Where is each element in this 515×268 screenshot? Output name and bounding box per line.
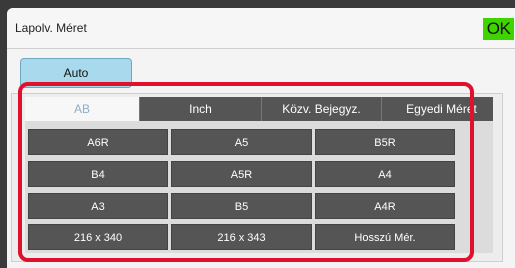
tab-common-entry[interactable]: Közv. Bejegyz. [261,97,381,121]
size-tabs: AB Inch Közv. Bejegyz. Egyedi Méret [25,97,493,121]
tab-inch[interactable]: Inch [139,97,261,121]
size-a6r-button[interactable]: A6R [28,129,168,155]
tab-custom-size[interactable]: Egyedi Méret [381,97,493,121]
size-a4-button[interactable]: A4 [315,161,455,187]
size-long-button[interactable]: Hosszú Mér. [315,224,455,250]
size-216x343-button[interactable]: 216 x 343 [171,224,312,250]
size-a4r-button[interactable]: A4R [315,193,455,219]
tab-ab[interactable]: AB [25,97,139,121]
size-b4-button[interactable]: B4 [28,161,168,187]
size-a5-button[interactable]: A5 [171,129,312,155]
size-a5r-button[interactable]: A5R [171,161,312,187]
ok-button[interactable]: OK [483,18,514,40]
size-216x340-button[interactable]: 216 x 340 [28,224,168,250]
auto-button[interactable]: Auto [20,58,132,88]
size-b5-button[interactable]: B5 [171,193,312,219]
dialog-title: Lapolv. Méret [15,21,87,35]
dialog-header: Lapolv. Méret OK [7,8,515,49]
size-a3-button[interactable]: A3 [28,193,168,219]
size-b5r-button[interactable]: B5R [315,129,455,155]
